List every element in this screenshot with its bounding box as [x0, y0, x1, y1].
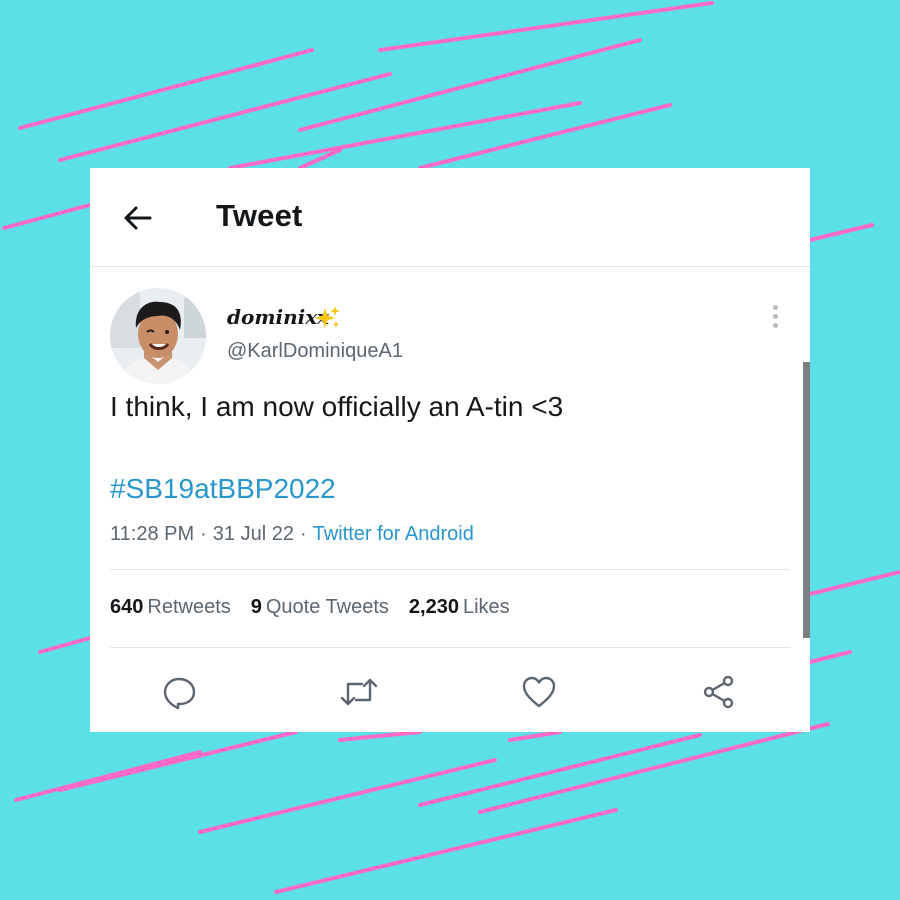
hashtag-link[interactable]: #SB19atBBP2022: [110, 473, 336, 505]
share-icon: [703, 675, 734, 709]
scrollbar[interactable]: [803, 362, 810, 638]
like-button[interactable]: [519, 672, 559, 712]
meta-separator: ·: [200, 523, 207, 545]
tweet-time: 11:28 PM: [110, 523, 195, 545]
likes-stat[interactable]: 2,230 Likes: [409, 596, 510, 618]
meta-separator: ·: [299, 523, 307, 545]
avatar[interactable]: [110, 288, 206, 384]
likes-label: Likes: [462, 596, 510, 618]
quote-tweets-stat[interactable]: 9 Quote Tweets: [251, 596, 389, 618]
user-handle[interactable]: @KarlDominiqueA1: [227, 340, 403, 363]
reply-icon: [163, 677, 196, 710]
tweet-card: Tweet dominixx @KarlDominiqueA1 I think,…: [90, 168, 810, 732]
tweet-text: I think, I am now officially an A-tin <3: [110, 391, 564, 422]
back-button[interactable]: [120, 200, 156, 236]
retweets-count: 640: [110, 596, 144, 618]
divider: [110, 647, 790, 648]
likes-count: 2,230: [408, 596, 459, 618]
top-app-bar: Tweet: [90, 168, 810, 267]
like-icon: [522, 676, 556, 708]
share-button[interactable]: [699, 672, 739, 712]
profile-photo: [110, 288, 206, 384]
tweet-meta: 11:28 PM · 31 Jul 22 · Twitter for Android: [110, 523, 474, 546]
more-options-button[interactable]: [766, 303, 784, 329]
engagement-stats: 640 Retweets 9 Quote Tweets 2,230 Likes: [110, 596, 530, 619]
sparkles-icon: [315, 306, 340, 328]
retweet-icon: [340, 678, 378, 706]
quote-tweets-count: 9: [250, 596, 262, 618]
reply-button[interactable]: [159, 672, 199, 712]
page-title: Tweet: [216, 198, 303, 233]
retweet-button[interactable]: [339, 672, 379, 712]
more-vertical-icon: [766, 305, 784, 328]
arrow-left-icon: [124, 206, 152, 230]
divider: [110, 569, 790, 570]
retweets-label: Retweets: [147, 596, 231, 618]
retweets-stat[interactable]: 640 Retweets: [110, 596, 231, 618]
tweet-date: 31 Jul 22: [212, 523, 294, 545]
quote-tweets-label: Quote Tweets: [265, 596, 389, 618]
tweet-source-link[interactable]: Twitter for Android: [313, 523, 474, 545]
